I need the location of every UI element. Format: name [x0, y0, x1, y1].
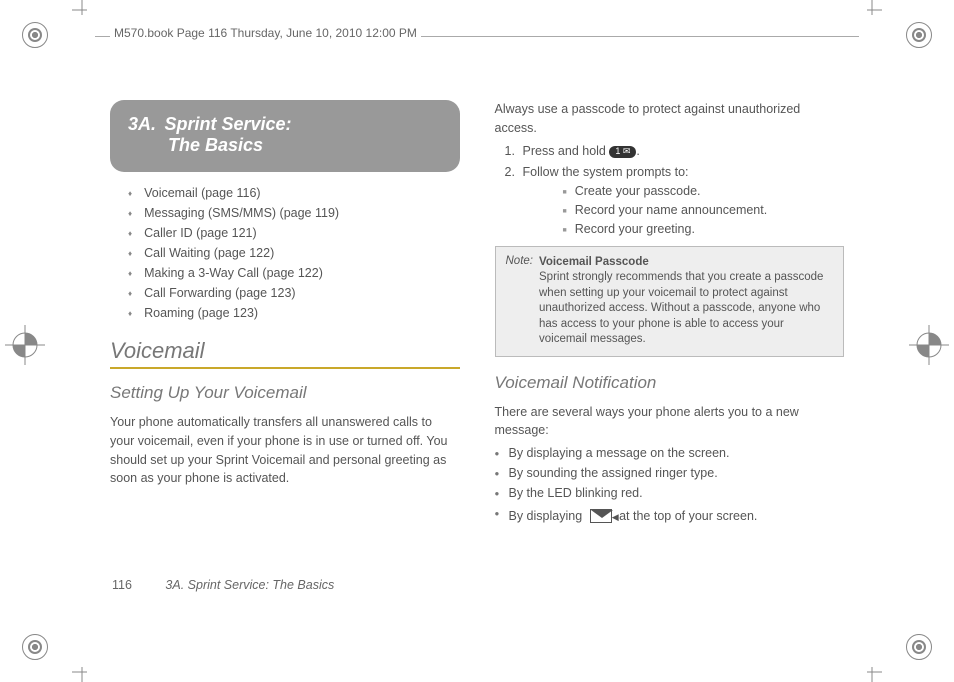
- reg-mark-tr: [906, 22, 932, 48]
- substep: Create your passcode.: [545, 184, 845, 198]
- section-title-line1: Sprint Service:: [164, 114, 291, 134]
- footer-title: 3A. Sprint Service: The Basics: [165, 578, 334, 592]
- crop-mark: [862, 662, 882, 682]
- para-notify: There are several ways your phone alerts…: [495, 403, 845, 441]
- substep: Record your name announcement.: [545, 203, 845, 217]
- notify-list: By displaying a message on the screen. B…: [495, 446, 845, 523]
- page-content: 3A. Sprint Service: The Basics Voicemail…: [110, 100, 844, 612]
- notify-item: By displaying a message on the screen.: [495, 446, 845, 460]
- step-1-text-b: .: [636, 144, 639, 158]
- key-1-icon: 1 ✉: [609, 146, 636, 158]
- page-number: 116: [112, 578, 132, 592]
- substep: Record your greeting.: [545, 222, 845, 236]
- notify-item: By sounding the assigned ringer type.: [495, 466, 845, 480]
- side-reg-mark: [0, 320, 50, 370]
- reg-mark-bl: [22, 634, 48, 660]
- right-column: Always use a passcode to protect against…: [495, 100, 845, 612]
- para-setup: Your phone automatically transfers all u…: [110, 413, 460, 488]
- header-meta: M570.book Page 116 Thursday, June 10, 20…: [110, 26, 421, 40]
- para-passcode: Always use a passcode to protect against…: [495, 100, 845, 138]
- notify-item: By the LED blinking red.: [495, 486, 845, 500]
- note-label: Note:: [506, 255, 534, 348]
- note-body: Voicemail Passcode Sprint strongly recom…: [539, 255, 833, 348]
- notify-4a: By displaying: [509, 509, 586, 523]
- toc-item: Roaming (page 123): [128, 306, 460, 320]
- step-1: 1. Press and hold 1 ✉.: [505, 144, 845, 159]
- step-2-text: Follow the system prompts to:: [523, 165, 689, 179]
- section-number: 3A.: [128, 114, 156, 134]
- side-reg-mark: [904, 320, 954, 370]
- crop-mark: [72, 662, 92, 682]
- left-column: 3A. Sprint Service: The Basics Voicemail…: [110, 100, 460, 612]
- note-title: Voicemail Passcode: [539, 256, 649, 268]
- toc-item: Voicemail (page 116): [128, 186, 460, 200]
- crop-mark: [862, 0, 882, 20]
- heading-notification: Voicemail Notification: [495, 373, 845, 393]
- step-2: 2. Follow the system prompts to: Create …: [505, 165, 845, 236]
- notify-item: By displaying at the top of your screen.: [495, 506, 845, 523]
- reg-mark-br: [906, 634, 932, 660]
- substeps: Create your passcode. Record your name a…: [545, 184, 845, 236]
- note-text: Sprint strongly recommends that you crea…: [539, 271, 823, 345]
- toc-item: Caller ID (page 121): [128, 226, 460, 240]
- note-box: Note: Voicemail Passcode Sprint strongly…: [495, 246, 845, 357]
- crop-mark: [72, 0, 92, 20]
- step-1-text-a: Press and hold: [523, 144, 610, 158]
- envelope-icon: [590, 509, 612, 523]
- toc-list: Voicemail (page 116) Messaging (SMS/MMS)…: [128, 186, 460, 320]
- page-footer: 116 3A. Sprint Service: The Basics: [112, 578, 334, 592]
- heading-voicemail: Voicemail: [110, 338, 460, 369]
- section-title-line2: The Basics: [168, 135, 442, 156]
- section-heading-box: 3A. Sprint Service: The Basics: [110, 100, 460, 172]
- toc-item: Messaging (SMS/MMS) (page 119): [128, 206, 460, 220]
- heading-setup: Setting Up Your Voicemail: [110, 383, 460, 403]
- reg-mark-tl: [22, 22, 48, 48]
- toc-item: Making a 3-Way Call (page 122): [128, 266, 460, 280]
- toc-item: Call Waiting (page 122): [128, 246, 460, 260]
- notify-4b: at the top of your screen.: [616, 509, 758, 523]
- toc-item: Call Forwarding (page 123): [128, 286, 460, 300]
- steps-list: 1. Press and hold 1 ✉. 2. Follow the sys…: [505, 144, 845, 236]
